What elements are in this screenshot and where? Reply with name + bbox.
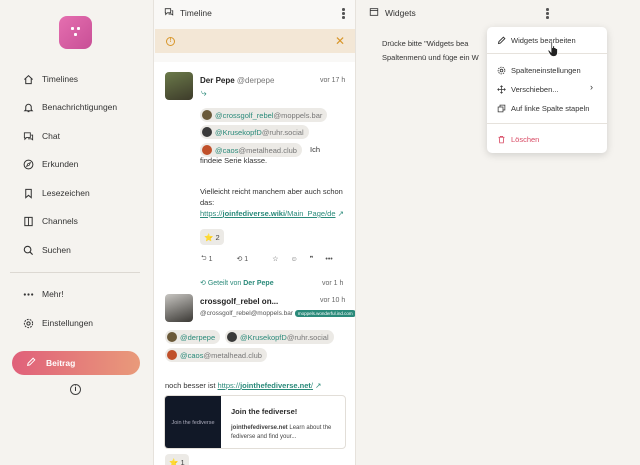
preview-title: Join the fediverse! — [231, 407, 298, 416]
note-actions: ⮌ 1 ⟲ 1 ☆ ☺ ❞ ••• — [201, 253, 351, 265]
new-post-button[interactable]: Beitrag — [12, 351, 140, 375]
reaction-chip[interactable]: ⭐ 1 — [165, 454, 189, 465]
mention-chip[interactable]: @crossgolf_rebel @moppels.bar — [200, 108, 328, 122]
mention-chip[interactable]: @KrusekopfD @ruhr.social — [200, 125, 309, 139]
note-time[interactable]: vor 1 h — [322, 280, 343, 287]
sidebar-item-channels[interactable]: Channels — [22, 211, 78, 231]
smile-icon[interactable]: ☺ — [290, 256, 297, 263]
note-text: Ich findeie Serie klasse. — [200, 145, 321, 165]
gear-icon — [497, 66, 507, 75]
mention-chip[interactable]: @derpepe — [165, 330, 221, 344]
widgets-header[interactable]: Widgets — [356, 0, 640, 26]
sidebar-item-more[interactable]: Mehr! — [22, 284, 64, 304]
gear-icon — [22, 317, 34, 329]
search-icon — [22, 244, 34, 256]
renote-icon: ⟲ — [200, 280, 206, 287]
menu-item-stack-left[interactable]: Auf linke Spalte stapeln — [497, 101, 589, 115]
sidebar-item-timelines[interactable]: Timelines — [22, 69, 78, 89]
sidebar-item-label: Erkunden — [42, 159, 79, 169]
note-author[interactable]: crossgolf_rebel on... — [200, 297, 278, 306]
note-link[interactable]: https://joinfediverse.wiki/Main_Page/de — [200, 209, 336, 218]
link-preview-card[interactable]: Join the fediverse Join the fediverse! j… — [164, 395, 346, 449]
external-link-icon: ↗ — [315, 381, 322, 390]
pencil-icon — [497, 35, 507, 45]
note-time[interactable]: vor 17 h — [320, 77, 345, 84]
avatar[interactable] — [165, 72, 193, 100]
menu-item-column-settings[interactable]: Spalteneinstellungen — [497, 63, 581, 77]
sidebar-item-chat[interactable]: Chat — [22, 126, 60, 146]
sidebar-item-label: Timelines — [42, 74, 79, 84]
chat-icon — [22, 130, 34, 142]
sidebar-item-search[interactable]: Suchen — [22, 240, 71, 260]
sidebar-item-settings[interactable]: Einstellungen — [22, 313, 93, 333]
sidebar: Timelines Benachrichtigungen Chat Erkund… — [0, 0, 153, 465]
stack-icon — [497, 104, 507, 113]
widgets-hint: Drücke bitte "Widgets bea Spaltenmenü un… — [382, 39, 479, 62]
hand-cursor-icon — [547, 40, 561, 63]
trash-icon — [497, 135, 507, 144]
menu-item-move[interactable]: Verschieben... — [497, 82, 559, 96]
chevron-right-icon: › — [590, 82, 593, 92]
star-icon[interactable]: ☆ — [272, 255, 278, 263]
avatar[interactable] — [165, 294, 193, 322]
reply-button[interactable]: ⮌ 1 — [201, 254, 224, 265]
post-button-label: Beitrag — [46, 358, 76, 368]
note-time[interactable]: vor 10 h — [320, 297, 345, 304]
sidebar-item-bookmarks[interactable]: Lesezeichen — [22, 183, 90, 203]
instance-badge: moppels.wonderful.ind.com — [294, 310, 355, 317]
reaction-chip[interactable]: ⭐ 2 — [200, 229, 224, 245]
note-author[interactable]: Der Pepe @derpepe — [200, 76, 274, 85]
sidebar-item-explore[interactable]: Erkunden — [22, 154, 78, 174]
sidebar-item-notifications[interactable]: Benachrichtigungen — [22, 97, 117, 117]
close-icon[interactable]: ✕ — [335, 34, 345, 48]
note-handle: @crossgolf_rebel@moppels.bar moppels.won… — [200, 310, 355, 317]
renote-button[interactable]: ⟲ 1 — [236, 255, 260, 264]
mention-chip[interactable]: @caos @metalhead.club — [165, 348, 267, 362]
info-icon[interactable]: i — [70, 384, 81, 395]
sidebar-item-label: Channels — [42, 216, 78, 226]
mention-chip[interactable]: @KrusekopfD @ruhr.social — [225, 330, 334, 344]
column-menu-icon[interactable] — [342, 8, 345, 20]
app-logo[interactable] — [59, 16, 92, 49]
chat-icon — [164, 7, 174, 19]
column-title: Widgets — [385, 8, 416, 18]
boost-line: ⟲ Geteilt von Der Pepe — [200, 280, 274, 287]
divider — [10, 272, 140, 273]
menu-item-edit-widgets[interactable]: Widgets bearbeiten — [497, 33, 576, 47]
column-title: Timeline — [180, 8, 212, 18]
warning-banner: ! ✕ — [155, 29, 355, 53]
sidebar-item-label: Chat — [42, 131, 60, 141]
note-link[interactable]: https://jointhefediverse.net/ — [218, 381, 313, 390]
move-arrows-icon — [497, 84, 507, 94]
pencil-icon — [26, 357, 36, 369]
sidebar-item-label: Einstellungen — [42, 318, 94, 328]
more-dots-icon — [22, 288, 34, 300]
more-icon[interactable]: ••• — [325, 256, 332, 263]
home-icon — [22, 73, 34, 85]
preview-image: Join the fediverse — [165, 396, 221, 448]
sidebar-item-label: Benachrichtigungen — [42, 102, 118, 112]
warning-icon: ! — [166, 36, 175, 46]
compass-icon — [22, 158, 34, 170]
note-text: noch besser ist https://jointhefediverse… — [165, 381, 322, 390]
timeline-header[interactable]: Timeline — [154, 0, 355, 26]
column-menu-icon[interactable] — [546, 8, 549, 20]
menu-item-delete[interactable]: Löschen — [497, 132, 539, 146]
sidebar-item-label: Suchen — [42, 245, 71, 255]
bell-icon — [22, 101, 34, 113]
sidebar-item-label: Mehr! — [42, 289, 64, 299]
sidebar-item-label: Lesezeichen — [42, 188, 90, 198]
external-link-icon: ↗ — [337, 209, 344, 218]
bookmark-icon — [22, 187, 34, 199]
quote-icon[interactable]: ❞ — [310, 255, 314, 263]
preview-description: jointhefediverse.net Learn about the fed… — [231, 425, 332, 440]
window-icon — [369, 7, 379, 19]
reply-arrow-icon: ⤷ — [201, 88, 207, 99]
channels-icon — [22, 215, 34, 227]
note-text: Vielleicht reicht manchem aber auch scho… — [200, 187, 344, 218]
divider — [487, 123, 607, 124]
